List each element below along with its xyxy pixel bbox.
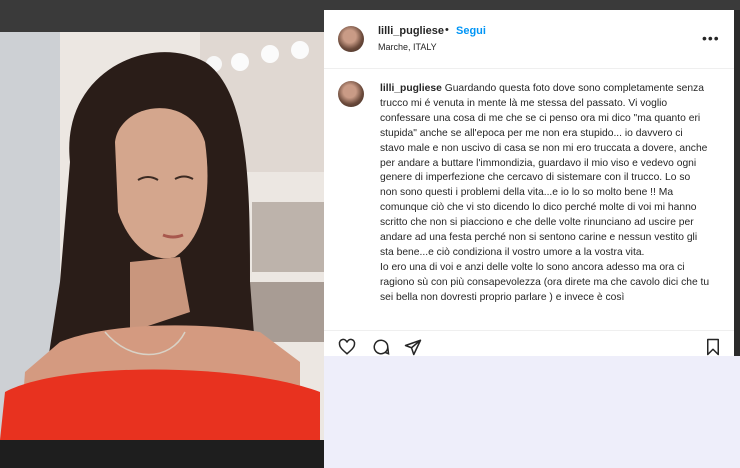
separator-dot: • (445, 24, 449, 36)
avatar[interactable] (338, 26, 364, 52)
caption-avatar[interactable] (338, 81, 364, 107)
more-options-icon[interactable]: ••• (702, 30, 720, 46)
post-username[interactable]: lilli_pugliese (378, 25, 444, 37)
share-icon[interactable] (404, 338, 422, 356)
comment-icon[interactable] (372, 338, 390, 356)
follow-button[interactable]: Segui (456, 25, 486, 37)
backdrop-right (734, 10, 740, 356)
action-bar (324, 331, 734, 356)
post-photo (0, 32, 325, 440)
caption-paragraph-2: Io ero una di voi e anzi delle volte lo … (380, 261, 710, 303)
empty-area (324, 356, 740, 468)
bookmark-icon[interactable] (704, 338, 722, 356)
backdrop-bottom (0, 440, 325, 468)
caption-paragraph-1: Guardando questa foto dove sono completa… (380, 83, 708, 258)
post-panel: lilli_pugliese • Segui Marche, ITALY •••… (324, 10, 734, 356)
caption-username[interactable]: lilli_pugliese (380, 83, 442, 94)
heart-icon[interactable] (338, 338, 356, 356)
post-header: lilli_pugliese • Segui Marche, ITALY ••• (324, 10, 734, 69)
post-location[interactable]: Marche, ITALY (378, 42, 437, 52)
caption-text: lilli_pugliese Guardando questa foto dov… (380, 82, 710, 330)
